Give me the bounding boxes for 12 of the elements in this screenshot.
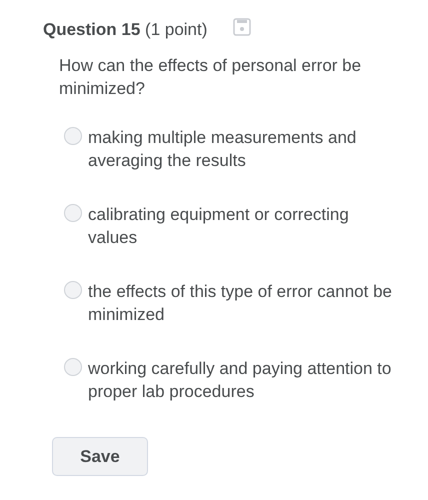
option-label[interactable]: the effects of this type of error cannot be minimized <box>88 280 398 326</box>
radio-button[interactable] <box>64 204 82 222</box>
radio-button[interactable] <box>64 358 82 376</box>
question-title: Question 15 (1 point) <box>43 20 208 40</box>
save-button[interactable]: Save <box>52 437 148 476</box>
radio-button[interactable] <box>64 127 82 145</box>
radio-button[interactable] <box>64 281 82 299</box>
option-label[interactable]: calibrating equipment or correcting values <box>88 203 398 249</box>
option-label[interactable]: making multiple measurements and averaging the results <box>88 126 398 172</box>
option-label[interactable]: working carefully and paying attention to proper lab procedures <box>88 357 398 403</box>
save-icon <box>233 18 252 36</box>
question-text: How can the effects of personal error be minimized? <box>59 55 362 100</box>
